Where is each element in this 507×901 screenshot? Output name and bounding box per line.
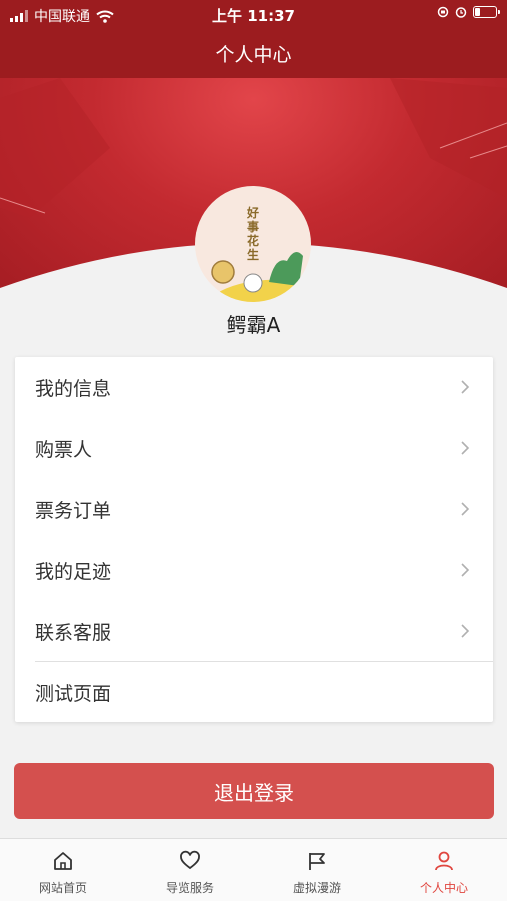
logout-button[interactable]: 退出登录 bbox=[14, 763, 494, 819]
menu-item-ticket-buyers[interactable]: 购票人 bbox=[15, 418, 493, 479]
home-icon bbox=[54, 852, 72, 870]
tab-label: 导览服务 bbox=[165, 881, 214, 895]
menu-card: 我的信息 购票人 票务订单 我的足迹 联系客服 测试页面 bbox=[15, 357, 493, 722]
menu-item-ticket-orders[interactable]: 票务订单 bbox=[15, 479, 493, 540]
tab-label: 虚拟漫游 bbox=[292, 881, 341, 895]
tab-label: 网站首页 bbox=[38, 881, 87, 895]
page-title: 个人中心 bbox=[215, 44, 292, 66]
menu-item-label: 我的足迹 bbox=[35, 561, 112, 583]
rotation-lock-icon bbox=[437, 6, 449, 18]
tab-home[interactable]: 网站首页 bbox=[0, 839, 126, 901]
chevron-right-icon bbox=[461, 624, 470, 638]
heart-icon bbox=[180, 850, 200, 870]
chevron-right-icon bbox=[461, 502, 470, 516]
status-bar: 中国联通 上午 11:37 bbox=[0, 0, 507, 28]
chevron-right-icon bbox=[461, 380, 470, 394]
alarm-icon bbox=[455, 7, 467, 18]
person-icon bbox=[435, 851, 453, 871]
menu-item-test-page[interactable]: 测试页面 bbox=[15, 662, 493, 723]
chevron-right-icon bbox=[461, 563, 470, 577]
avatar-illustration bbox=[205, 252, 311, 302]
menu-item-label: 我的信息 bbox=[35, 378, 112, 400]
menu-item-my-footprints[interactable]: 我的足迹 bbox=[15, 540, 493, 601]
status-time: 上午 11:37 bbox=[212, 7, 295, 25]
tab-virtual-tour[interactable]: 虚拟漫游 bbox=[254, 839, 380, 901]
menu-item-my-info[interactable]: 我的信息 bbox=[15, 357, 493, 418]
menu-item-label: 联系客服 bbox=[35, 622, 112, 644]
menu-item-contact-service[interactable]: 联系客服 bbox=[15, 601, 493, 662]
avatar[interactable]: 好事花生 bbox=[195, 186, 311, 302]
chevron-right-icon bbox=[461, 441, 470, 455]
menu-item-label: 测试页面 bbox=[35, 683, 112, 705]
username: 鳄霸A bbox=[226, 313, 281, 337]
tab-guide-service[interactable]: 导览服务 bbox=[127, 839, 253, 901]
menu-item-label: 票务订单 bbox=[35, 500, 112, 522]
battery-icon bbox=[473, 6, 500, 18]
top-bar: 中国联通 上午 11:37 个人中心 bbox=[0, 0, 507, 78]
tab-label: 个人中心 bbox=[419, 881, 468, 895]
tab-bar: 网站首页 导览服务 虚拟漫游 个人中心 bbox=[0, 838, 507, 901]
flag-icon bbox=[309, 853, 325, 870]
tab-personal-center[interactable]: 个人中心 bbox=[381, 839, 507, 901]
menu-item-label: 购票人 bbox=[35, 439, 93, 461]
